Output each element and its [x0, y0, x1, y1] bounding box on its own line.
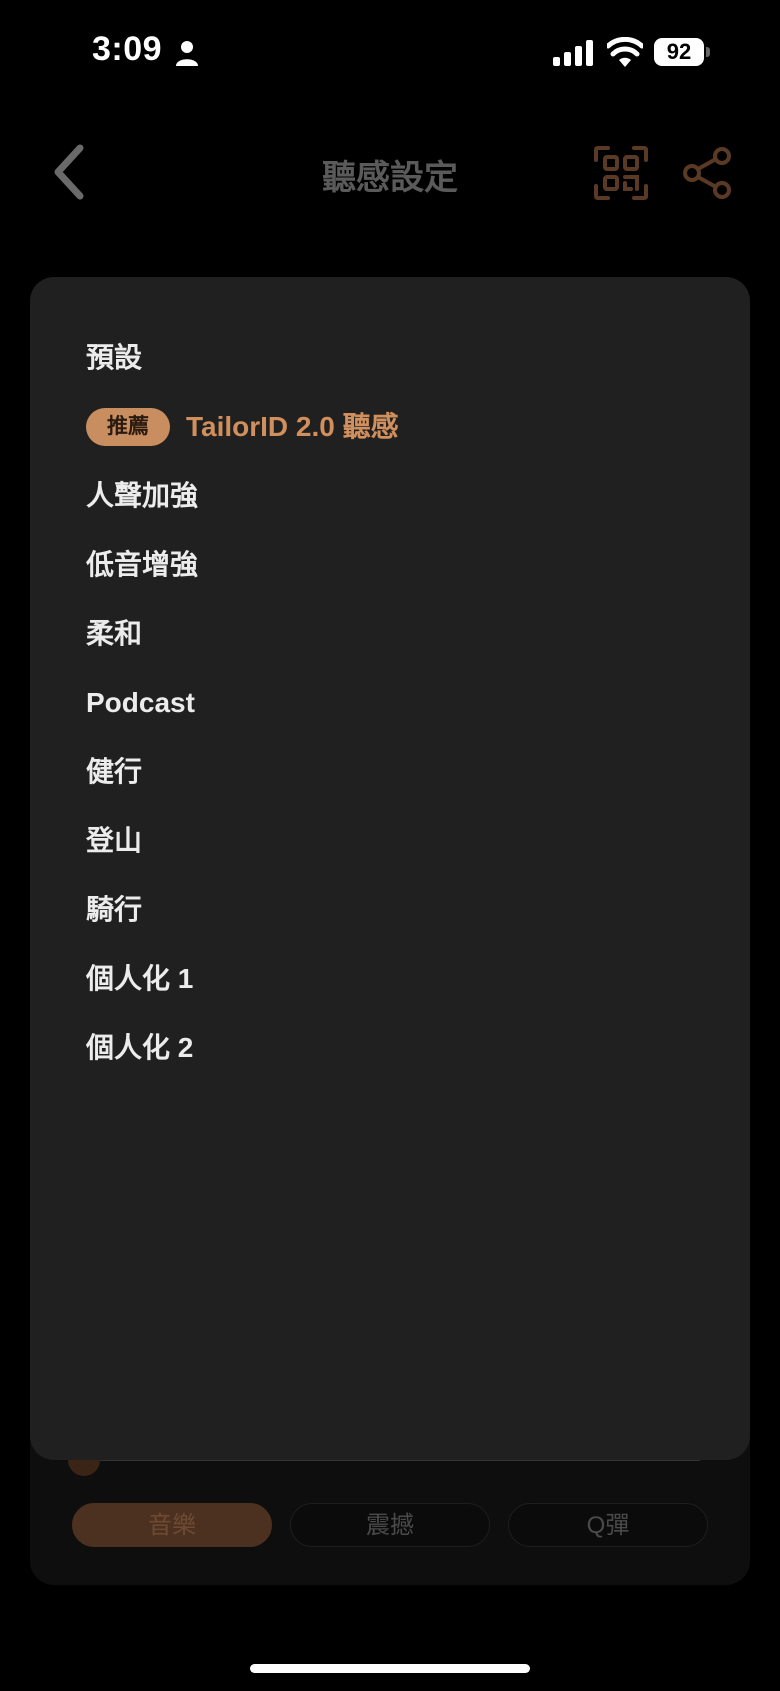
tab-bouncy[interactable]: Q彈 — [508, 1503, 708, 1547]
preset-mountain-climbing[interactable]: 登山 — [86, 816, 142, 866]
preset-tailorid-label: TailorID 2.0 聽感 — [186, 411, 399, 442]
home-indicator[interactable] — [250, 1664, 530, 1673]
page-title: 聽感設定 — [322, 159, 458, 197]
cellular-signal-icon — [553, 40, 593, 66]
preset-hiking[interactable]: 健行 — [86, 747, 142, 797]
preset-podcast[interactable]: Podcast — [86, 678, 195, 728]
battery-level: 92 — [666, 39, 692, 64]
tab-impact[interactable]: 震撼 — [290, 1503, 490, 1547]
preset-personalized-1[interactable]: 個人化 1 — [86, 954, 193, 1004]
preset-bass-boost[interactable]: 低音增強 — [86, 540, 198, 590]
battery-icon: 92 — [654, 38, 712, 68]
person-icon — [176, 41, 198, 66]
preset-default[interactable]: 預設 — [86, 333, 142, 383]
mode-tab-bar: 音樂 震撼 Q彈 — [72, 1503, 708, 1547]
share-icon[interactable] — [682, 146, 734, 200]
qr-scan-icon[interactable] — [594, 146, 648, 200]
status-time: 3:09 — [92, 30, 163, 68]
preset-personalized-2[interactable]: 個人化 2 — [86, 1023, 193, 1073]
status-bar: 3:09 92 — [0, 0, 780, 105]
recommended-badge: 推薦 — [86, 408, 170, 446]
preset-sheet — [30, 277, 750, 1460]
wifi-icon — [607, 37, 643, 67]
preset-vocal-boost[interactable]: 人聲加強 — [86, 471, 198, 521]
tab-music[interactable]: 音樂 — [72, 1503, 272, 1547]
preset-cycling[interactable]: 騎行 — [86, 885, 142, 935]
preset-soft[interactable]: 柔和 — [86, 609, 142, 659]
